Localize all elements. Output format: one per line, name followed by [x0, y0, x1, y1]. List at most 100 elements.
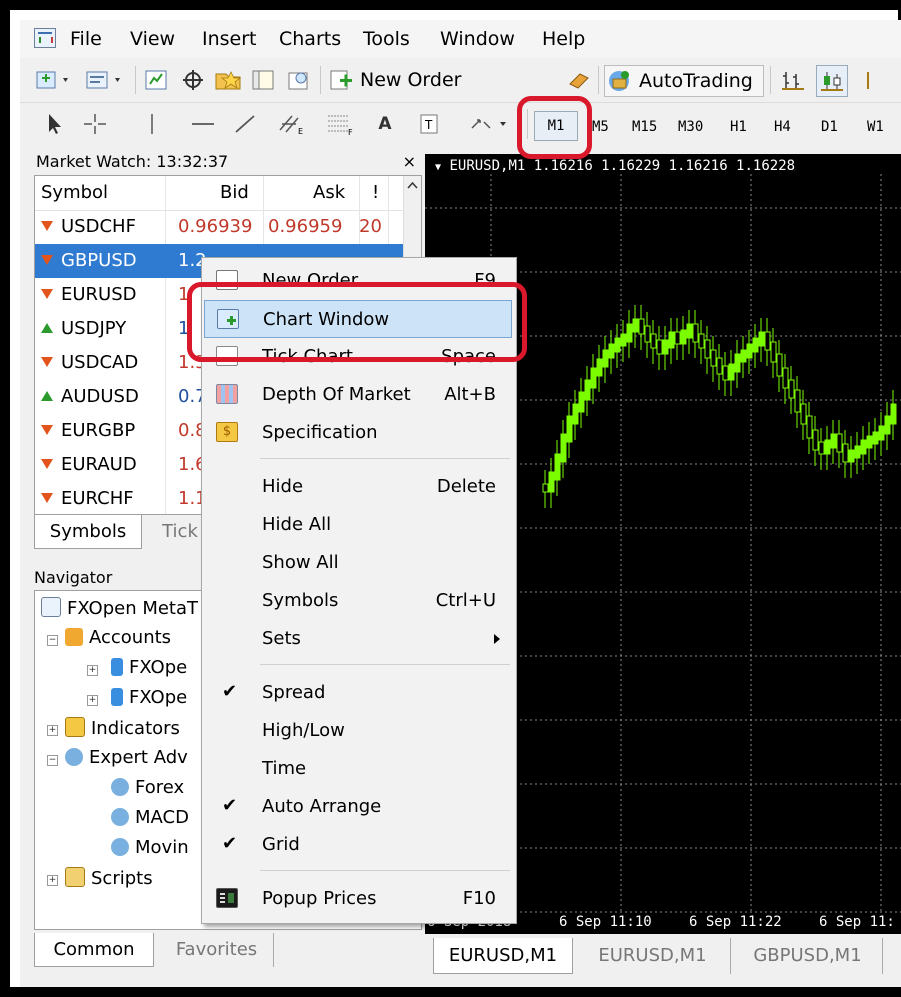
candle-body	[854, 445, 861, 459]
menu-separator	[260, 664, 510, 665]
navigator-icon[interactable]	[212, 67, 244, 93]
tab-symbols[interactable]: Symbols	[34, 515, 142, 549]
tree-expert-advisors[interactable]: Expert Adv	[65, 747, 188, 768]
menu-item-time[interactable]: Time	[204, 750, 512, 788]
line-chart-icon[interactable]	[862, 67, 892, 93]
table-header: Symbol Bid Ask !	[35, 176, 421, 211]
terminal-icon[interactable]	[248, 67, 278, 93]
tree-ea-item[interactable]: Forex	[111, 777, 184, 798]
menu-help[interactable]: Help	[542, 28, 585, 50]
menu-tools[interactable]: Tools	[363, 28, 410, 50]
vertical-line-icon[interactable]	[142, 111, 162, 137]
cursor-icon[interactable]	[42, 111, 68, 137]
timeframe-h1-button[interactable]: H1	[730, 119, 747, 135]
crosshair-data-window-icon[interactable]	[178, 67, 208, 93]
close-icon[interactable]: ×	[403, 150, 416, 174]
horizontal-line-icon[interactable]	[188, 111, 218, 137]
text-label-icon[interactable]: T	[416, 111, 442, 137]
expand-icon[interactable]: +	[87, 665, 98, 676]
menu-item-specification[interactable]: $ Specification	[204, 414, 512, 452]
timeframe-w1-button[interactable]: W1	[867, 119, 884, 135]
candlestick-icon[interactable]	[816, 65, 848, 97]
tree-accounts[interactable]: Accounts	[65, 627, 171, 648]
chart-menu-arrow-icon[interactable]: ▼	[435, 162, 441, 173]
collapse-icon[interactable]: −	[47, 755, 58, 766]
symbol-cell: EURAUD	[61, 454, 137, 475]
menu-item-grid[interactable]: ✔ Grid	[204, 826, 512, 864]
tab-gbpusd-m1[interactable]: GBPUSD,M1	[733, 938, 883, 974]
expert-advisor-icon	[111, 808, 129, 826]
column-header-spread[interactable]: !	[372, 182, 379, 203]
new-chart-icon[interactable]	[34, 67, 74, 93]
candle-body	[650, 333, 657, 349]
tree-account-item[interactable]: FXOpe	[111, 657, 187, 678]
candle-body	[668, 331, 675, 349]
candle-body	[710, 349, 717, 367]
expand-icon[interactable]: +	[47, 725, 58, 736]
tab-common[interactable]: Common	[34, 933, 154, 967]
market-watch-icon[interactable]	[142, 67, 172, 93]
tree-ea-item[interactable]: Movin	[111, 837, 189, 858]
expand-icon[interactable]: +	[47, 875, 58, 886]
fibonacci-icon[interactable]: F	[322, 111, 358, 137]
collapse-icon[interactable]: −	[47, 635, 58, 646]
tree-ea-label: MACD	[135, 807, 189, 828]
column-header-ask[interactable]: Ask	[313, 182, 345, 203]
menu-file[interactable]: File	[70, 28, 102, 50]
menu-item-symbols[interactable]: Symbols Ctrl+U	[204, 582, 512, 620]
menu-item-popup-prices[interactable]: Popup Prices F10	[204, 880, 512, 918]
menu-insert[interactable]: Insert	[202, 28, 257, 50]
time-axis-label: 6 Sep 11:22	[689, 914, 782, 930]
menu-item-hide[interactable]: Hide Delete	[204, 468, 512, 506]
equidistant-channel-icon[interactable]: E	[274, 111, 310, 137]
table-row[interactable]: USDCHF 0.96939 0.96959 20	[35, 210, 421, 244]
bar-chart-icon[interactable]	[778, 67, 808, 93]
timeframe-m30-button[interactable]: M30	[678, 119, 703, 135]
tree-root[interactable]: FXOpen MetaT	[41, 597, 198, 619]
menu-item-show-all[interactable]: Show All	[204, 544, 512, 582]
tab-eurusd-m1[interactable]: EURUSD,M1	[433, 938, 573, 974]
tree-account-item[interactable]: FXOpe	[111, 687, 187, 708]
candle-body	[884, 415, 891, 435]
scroll-up-icon[interactable]	[404, 176, 421, 196]
menu-window[interactable]: Window	[440, 28, 515, 50]
crosshair-icon[interactable]	[80, 111, 110, 137]
menu-item-hide-all[interactable]: Hide All	[204, 506, 512, 544]
tab-favorites[interactable]: Favorites	[160, 933, 274, 967]
candle-body	[680, 329, 687, 345]
column-header-bid[interactable]: Bid	[220, 182, 249, 203]
tab-eurusd-m1-2[interactable]: EURUSD,M1	[575, 938, 731, 974]
tree-ea-item[interactable]: MACD	[111, 807, 189, 828]
autotrading-button[interactable]: AutoTrading	[604, 65, 764, 97]
menu-item-spread[interactable]: ✔ Spread	[204, 674, 512, 712]
menu-view[interactable]: View	[130, 28, 175, 50]
menu-item-sets[interactable]: Sets	[204, 620, 512, 658]
timeframe-m5-button[interactable]: M5	[592, 119, 609, 135]
metaeditor-icon[interactable]	[564, 67, 594, 93]
text-tool-icon[interactable]: A	[372, 111, 398, 137]
menu-item-high-low[interactable]: High/Low	[204, 712, 512, 750]
arrows-dropdown-icon[interactable]	[466, 111, 516, 137]
expert-advisor-icon	[111, 778, 129, 796]
tree-indicators[interactable]: Indicators	[65, 717, 180, 739]
expand-icon[interactable]: +	[87, 695, 98, 706]
svg-text:E: E	[298, 127, 303, 136]
tree-account-label: FXOpe	[129, 657, 188, 678]
strategy-tester-icon[interactable]	[284, 67, 314, 93]
profiles-icon[interactable]	[84, 67, 128, 93]
menu-charts[interactable]: Charts	[279, 28, 341, 50]
candle-body	[734, 353, 741, 373]
timeframe-d1-button[interactable]: D1	[821, 119, 838, 135]
tree-ea-label: Movin	[135, 837, 189, 858]
tree-scripts[interactable]: Scripts	[65, 867, 153, 889]
timeframe-m15-button[interactable]: M15	[632, 119, 657, 135]
candle-body	[824, 439, 831, 455]
menu-item-auto-arrange[interactable]: ✔ Auto Arrange	[204, 788, 512, 826]
menu-item-depth-of-market[interactable]: Depth Of Market Alt+B	[204, 376, 512, 414]
new-order-button[interactable]: New Order	[328, 67, 480, 93]
timeframe-h4-button[interactable]: H4	[774, 119, 791, 135]
candle-body	[566, 415, 573, 443]
trendline-icon[interactable]	[230, 111, 260, 137]
column-header-symbol[interactable]: Symbol	[41, 182, 108, 203]
menu-item-label: Popup Prices	[262, 888, 377, 909]
